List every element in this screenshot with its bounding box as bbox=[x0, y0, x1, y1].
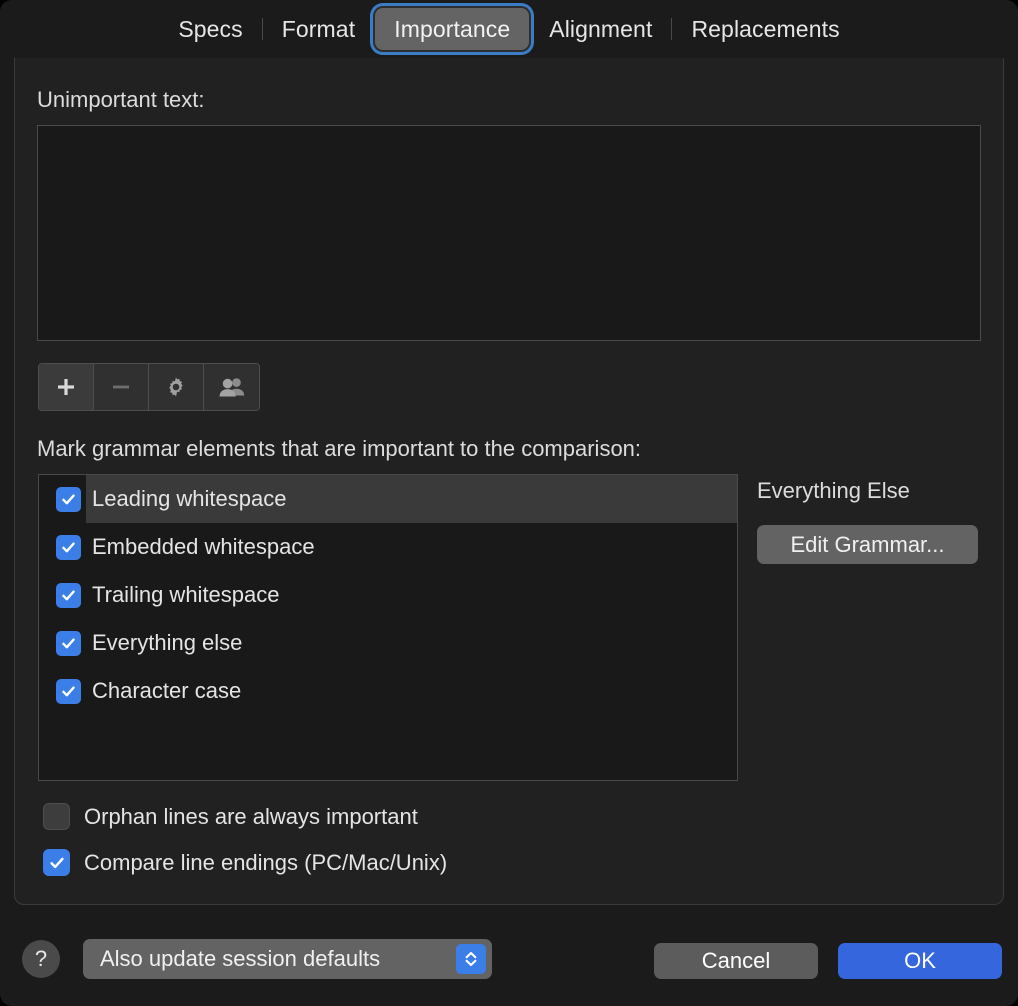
plus-icon bbox=[55, 376, 77, 398]
mark-grammar-label: Mark grammar elements that are important… bbox=[37, 436, 642, 461]
cancel-button[interactable]: Cancel bbox=[654, 943, 818, 979]
settings-button[interactable] bbox=[149, 364, 204, 410]
checkbox-leading-whitespace[interactable] bbox=[56, 486, 81, 512]
group-button[interactable] bbox=[204, 364, 259, 410]
tab-replacements-label: Replacements bbox=[691, 15, 840, 42]
list-item[interactable]: Everything else bbox=[39, 619, 737, 667]
checkmark-icon bbox=[60, 683, 77, 700]
list-item-label: Trailing whitespace bbox=[92, 582, 280, 607]
tab-strip: Specs Format Importance Alignment Replac… bbox=[159, 7, 858, 51]
chevron-up-down-icon bbox=[456, 944, 486, 974]
tab-format[interactable]: Format bbox=[263, 8, 374, 50]
orphan-lines-label: Orphan lines are always important bbox=[84, 803, 418, 829]
checkbox-orphan-lines[interactable] bbox=[43, 803, 70, 830]
checkmark-icon bbox=[60, 635, 77, 652]
tab-importance-label: Importance bbox=[394, 15, 511, 42]
add-button[interactable] bbox=[39, 364, 94, 410]
list-item-label: Embedded whitespace bbox=[92, 534, 315, 559]
minus-icon bbox=[110, 376, 132, 398]
remove-button[interactable] bbox=[94, 364, 149, 410]
checkbox-trailing-whitespace[interactable] bbox=[56, 582, 81, 608]
people-icon bbox=[219, 376, 245, 398]
orphan-lines-option[interactable]: Orphan lines are always important bbox=[43, 803, 418, 830]
checkmark-icon bbox=[60, 491, 77, 508]
list-item[interactable]: Embedded whitespace bbox=[39, 523, 737, 571]
tab-alignment[interactable]: Alignment bbox=[530, 8, 671, 50]
checkbox-everything-else[interactable] bbox=[56, 630, 81, 656]
grammar-elements-list[interactable]: Leading whitespace Embedded whitespace T… bbox=[38, 474, 738, 781]
checkmark-icon bbox=[60, 587, 77, 604]
list-item-label: Everything else bbox=[92, 630, 243, 655]
list-item-label: Character case bbox=[92, 678, 242, 703]
list-item[interactable]: Character case bbox=[39, 667, 737, 715]
tab-bar: Specs Format Importance Alignment Replac… bbox=[0, 0, 1018, 58]
ok-button[interactable]: OK bbox=[838, 943, 1002, 979]
session-defaults-popup-button[interactable]: Also update session defaults bbox=[83, 939, 492, 979]
tab-replacements[interactable]: Replacements bbox=[672, 8, 858, 50]
compare-line-endings-option[interactable]: Compare line endings (PC/Mac/Unix) bbox=[43, 849, 447, 876]
tab-alignment-label: Alignment bbox=[549, 15, 653, 42]
checkmark-icon bbox=[48, 854, 66, 872]
list-toolbar bbox=[38, 363, 260, 411]
tab-format-label: Format bbox=[281, 15, 356, 42]
checkmark-icon bbox=[60, 539, 77, 556]
unimportant-text-input[interactable] bbox=[37, 125, 981, 341]
list-item[interactable]: Trailing whitespace bbox=[39, 571, 737, 619]
checkbox-character-case[interactable] bbox=[56, 678, 81, 704]
session-defaults-value: Also update session defaults bbox=[100, 946, 381, 971]
checkbox-compare-line-endings[interactable] bbox=[43, 849, 70, 876]
compare-line-endings-label: Compare line endings (PC/Mac/Unix) bbox=[84, 849, 448, 875]
everything-else-label: Everything Else bbox=[757, 478, 910, 503]
help-button[interactable]: ? bbox=[22, 940, 60, 978]
tab-specs-label: Specs bbox=[178, 15, 243, 42]
edit-grammar-button[interactable]: Edit Grammar... bbox=[757, 525, 978, 564]
gear-icon bbox=[164, 375, 188, 399]
tab-importance[interactable]: Importance bbox=[375, 8, 530, 50]
list-item-label: Leading whitespace bbox=[92, 486, 287, 511]
preferences-dialog-window: Specs Format Importance Alignment Replac… bbox=[0, 0, 1018, 1006]
list-item[interactable]: Leading whitespace bbox=[39, 475, 737, 523]
unimportant-text-label: Unimportant text: bbox=[37, 87, 205, 112]
tab-specs[interactable]: Specs bbox=[159, 8, 261, 50]
checkbox-embedded-whitespace[interactable] bbox=[56, 534, 81, 560]
